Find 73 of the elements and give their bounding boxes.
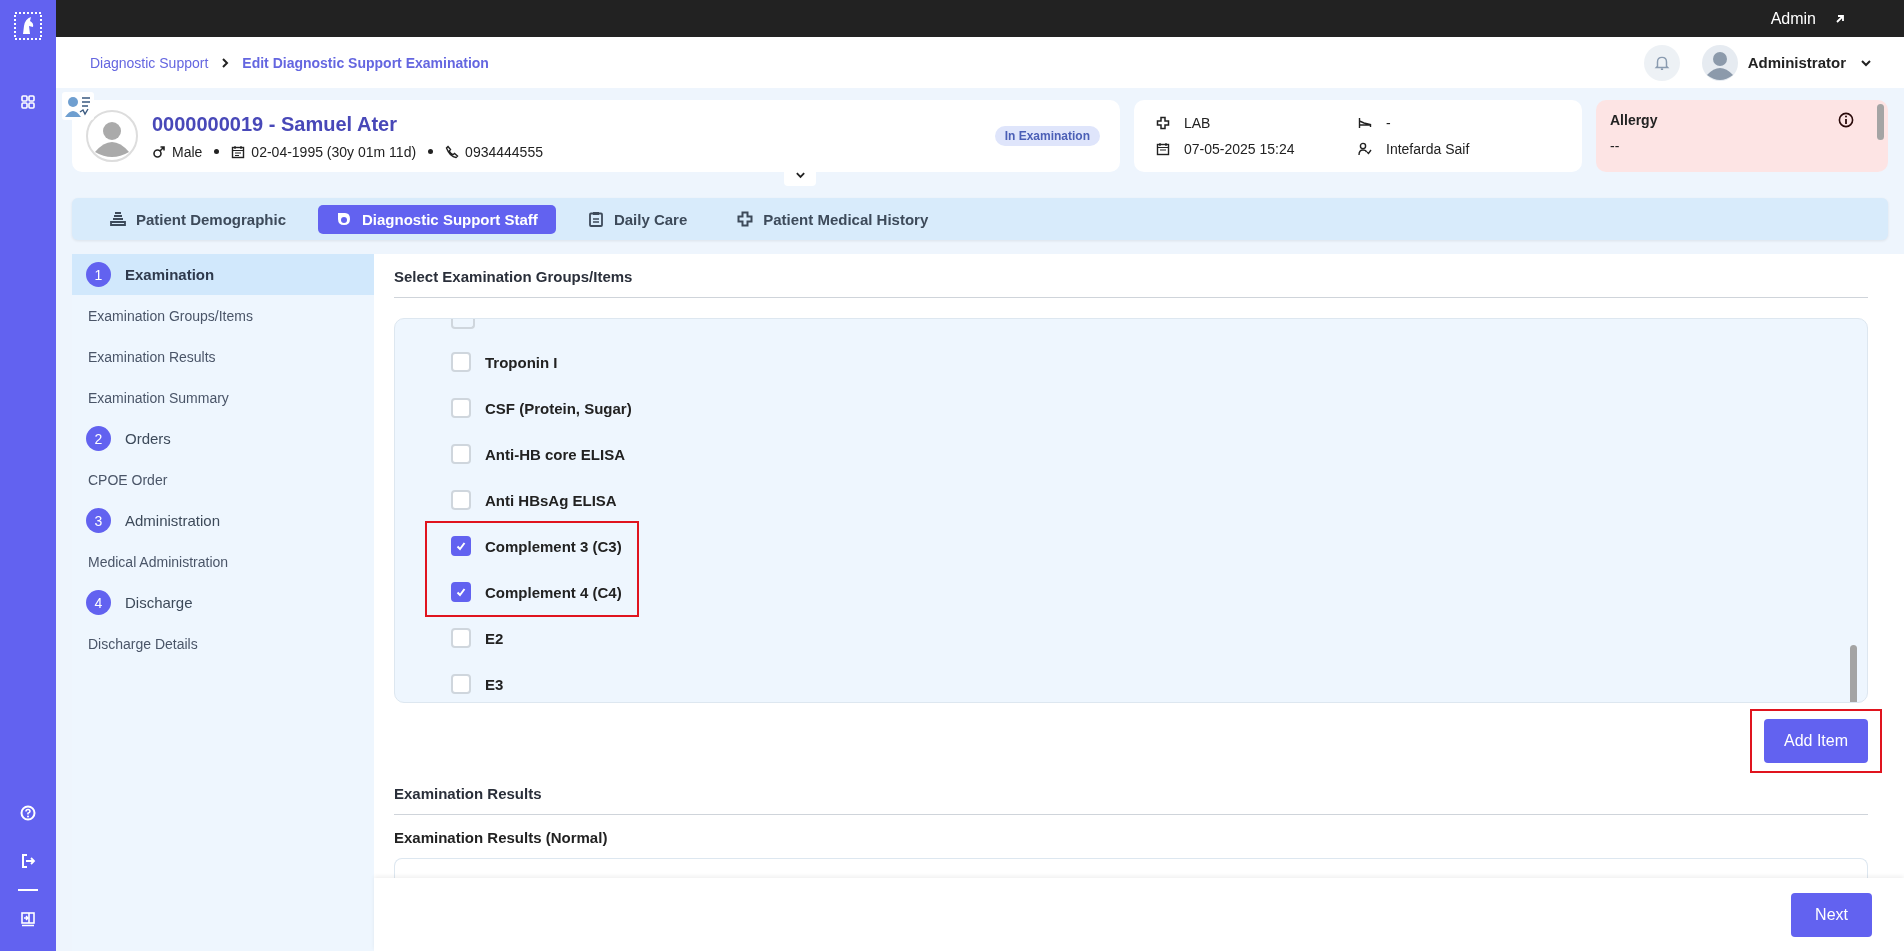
substep-link[interactable]: CPOE Order	[72, 459, 374, 500]
substep-link[interactable]: Examination Results	[72, 336, 374, 377]
tab[interactable]: Daily Care	[569, 204, 706, 234]
tab[interactable]: Patient Demographic	[92, 204, 305, 234]
substep-link[interactable]: Discharge Details	[72, 623, 374, 664]
item-label: Complement 4 (C4)	[485, 583, 622, 601]
checkbox[interactable]	[451, 582, 471, 602]
doctor-text: Intefarda Saif	[1386, 141, 1470, 157]
breadcrumb-link[interactable]: Edit Diagnostic Support Examination	[242, 54, 489, 71]
status-badge: In Examination	[994, 126, 1100, 146]
checkbox[interactable]	[451, 536, 471, 556]
logout-icon[interactable]	[20, 853, 36, 869]
bed-text: -	[1386, 115, 1391, 131]
step-item[interactable]: 1 Examination	[72, 254, 374, 295]
subsection-title: Examination Results (Normal)	[394, 828, 609, 846]
calendar-icon	[1156, 142, 1170, 156]
step-item[interactable]: 4 Discharge	[72, 582, 374, 623]
substep-link[interactable]: Medical Administration	[72, 541, 374, 582]
substep-link[interactable]: Examination Summary	[72, 377, 374, 418]
grid-icon[interactable]	[20, 94, 36, 110]
section-title: Select Examination Groups/Items	[394, 268, 1868, 298]
allergy-value: --	[1610, 138, 1621, 154]
add-item-button[interactable]: Add Item	[1763, 718, 1868, 763]
unit-text: LAB	[1184, 115, 1211, 131]
substep-link[interactable]: Examination Groups/Items	[72, 295, 374, 336]
patient-name: 0000000019 - Samuel Ater	[152, 112, 398, 136]
avatar-icon[interactable]	[1701, 44, 1738, 81]
chevron-down-icon	[794, 171, 806, 179]
breadcrumb-link[interactable]: Diagnostic Support	[90, 54, 209, 71]
scrollbar-thumb[interactable]	[1850, 645, 1857, 702]
calendar-icon	[231, 144, 246, 159]
step-item[interactable]: 2 Orders	[72, 418, 374, 459]
phone-icon	[445, 144, 460, 159]
notification-button[interactable]	[1643, 44, 1680, 81]
item-label: Anti HBsAg ELISA	[485, 491, 617, 509]
logo-icon[interactable]	[14, 12, 42, 40]
birth-date-text: 02-04-1995 (30y 01m 11d)	[251, 143, 417, 160]
gender-text: Male	[172, 143, 203, 160]
check-icon	[455, 540, 467, 552]
chevron-down-icon[interactable]	[1860, 58, 1872, 67]
tab[interactable]: Diagnostic Support Staff	[318, 204, 556, 234]
item-label: E3	[485, 675, 504, 693]
help-icon[interactable]	[20, 805, 36, 821]
stack-icon	[110, 211, 126, 227]
item-label: CSF (Protein, Sugar)	[485, 399, 632, 417]
clipboard-icon	[587, 211, 604, 227]
cross-icon	[737, 211, 754, 227]
scrollbar-thumb[interactable]	[1877, 104, 1884, 140]
male-icon	[152, 144, 166, 159]
section-title: Examination Results	[394, 784, 1868, 815]
item-label: Troponin I	[485, 353, 558, 371]
patient-profile-icon[interactable]	[62, 92, 94, 120]
doctor-icon	[1358, 142, 1372, 156]
item-label: Complement 3 (C3)	[485, 537, 622, 555]
step-item[interactable]: 3 Administration	[72, 500, 374, 541]
visit-date-text: 07-05-2025 15:24	[1184, 141, 1295, 157]
user-link[interactable]: Admin	[1770, 9, 1816, 28]
allergy-title: Allergy	[1610, 112, 1658, 128]
panel-icon[interactable]	[20, 911, 36, 927]
cross-icon	[1156, 116, 1170, 130]
item-label: E2	[485, 629, 504, 647]
patient-avatar-icon	[86, 110, 138, 162]
external-arrow-icon[interactable]	[1834, 12, 1846, 25]
phone-text: 0934444555	[465, 143, 543, 160]
bed-icon	[1358, 116, 1372, 130]
item-label: Anti-HB core ELISA	[485, 445, 625, 463]
next-button[interactable]: Next	[1791, 892, 1872, 937]
check-icon	[455, 586, 467, 598]
info-icon[interactable]	[1838, 112, 1854, 128]
tab[interactable]: Patient Medical History	[719, 204, 947, 234]
account-name[interactable]: Administrator	[1747, 54, 1846, 71]
chevron-right-icon	[220, 56, 231, 69]
checkbox-edge	[451, 319, 475, 329]
